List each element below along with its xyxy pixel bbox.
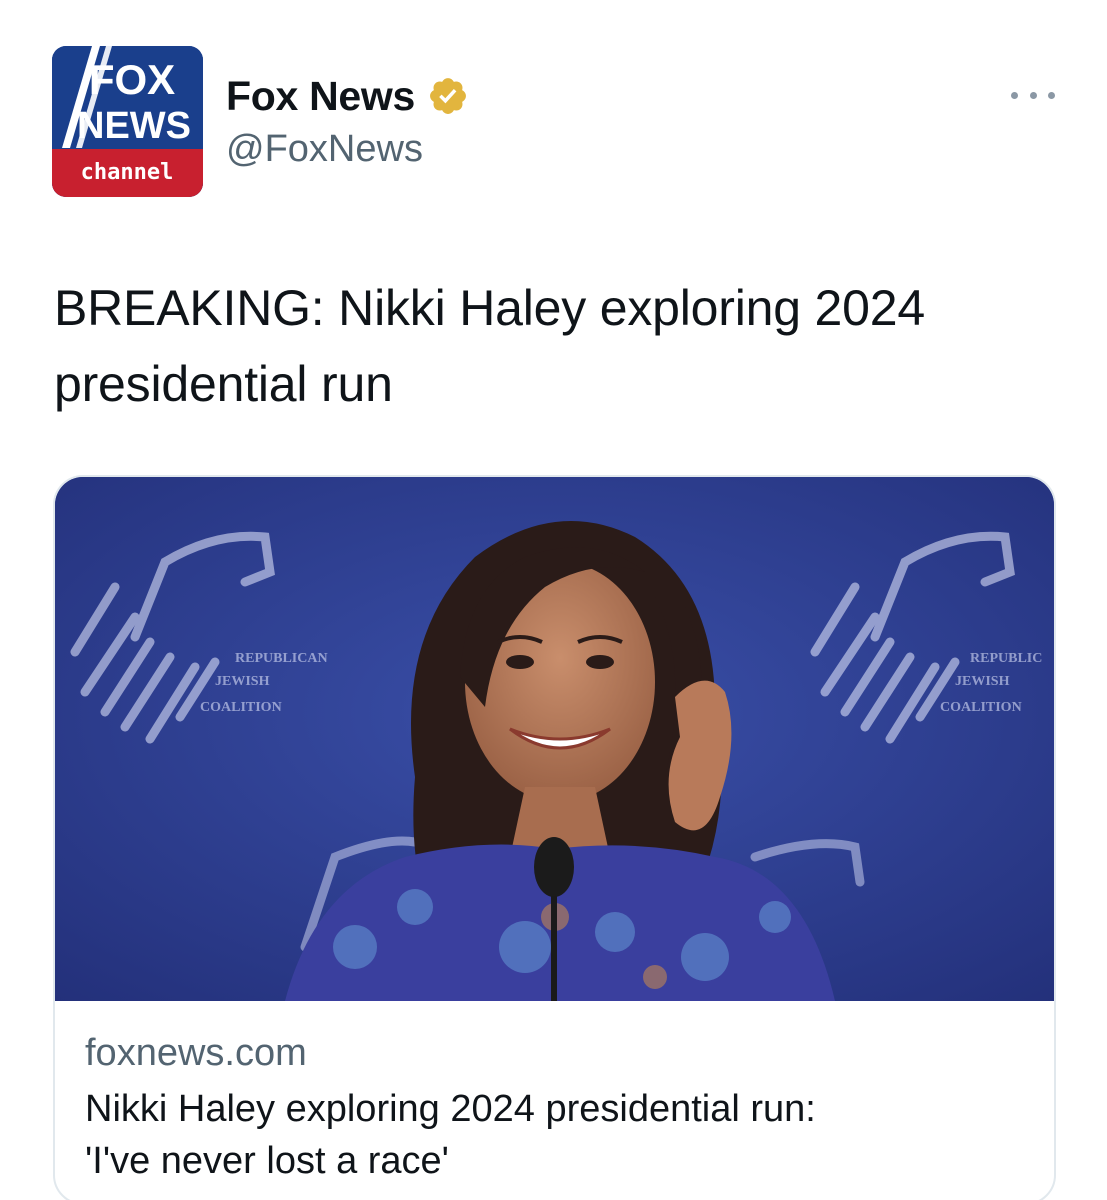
- card-title-line2: 'I've never lost a race': [85, 1140, 449, 1182]
- display-name[interactable]: Fox News: [226, 73, 415, 120]
- tweet-text: BREAKING: Nikki Haley exploring 2024 pre…: [54, 280, 925, 412]
- logo-line2: NEWS: [77, 105, 191, 147]
- backdrop-text-right-2: JEWISH: [955, 674, 1010, 689]
- logo-line3: channel: [81, 160, 174, 185]
- link-card[interactable]: REPUBLICAN JEWISH COALITION REPUBLIC JEW…: [53, 475, 1056, 1200]
- handle[interactable]: @FoxNews: [226, 128, 469, 171]
- backdrop-text-right-3: COALITION: [940, 700, 1022, 715]
- tweet[interactable]: FOX NEWS channel Fox News @FoxNews BREAK…: [0, 0, 1107, 1200]
- backdrop-text-left-2: JEWISH: [215, 674, 270, 689]
- card-image: REPUBLICAN JEWISH COALITION REPUBLIC JEW…: [55, 477, 1054, 1001]
- fox-news-logo: FOX NEWS channel: [52, 46, 203, 197]
- card-domain: foxnews.com: [85, 1032, 307, 1074]
- ellipsis-icon: [1048, 91, 1055, 99]
- card-title: Nikki Haley exploring 2024 presidential …: [85, 1083, 1024, 1187]
- backdrop-text-right-1: REPUBLIC: [970, 651, 1042, 666]
- more-options-button[interactable]: [1011, 80, 1055, 110]
- verified-badge-icon: [427, 75, 469, 117]
- card-title-line1: Nikki Haley exploring 2024 presidential …: [85, 1088, 816, 1130]
- card-meta: foxnews.com Nikki Haley exploring 2024 p…: [55, 1001, 1054, 1187]
- logo-line1: FOX: [89, 56, 175, 103]
- ellipsis-icon: [1029, 91, 1037, 99]
- avatar[interactable]: FOX NEWS channel: [52, 46, 203, 197]
- user-info: Fox News @FoxNews: [226, 70, 469, 171]
- backdrop-text-left-1: REPUBLICAN: [235, 651, 328, 666]
- backdrop-text-left-3: COALITION: [200, 700, 282, 715]
- display-name-row: Fox News: [226, 70, 469, 122]
- ellipsis-icon: [1011, 91, 1018, 99]
